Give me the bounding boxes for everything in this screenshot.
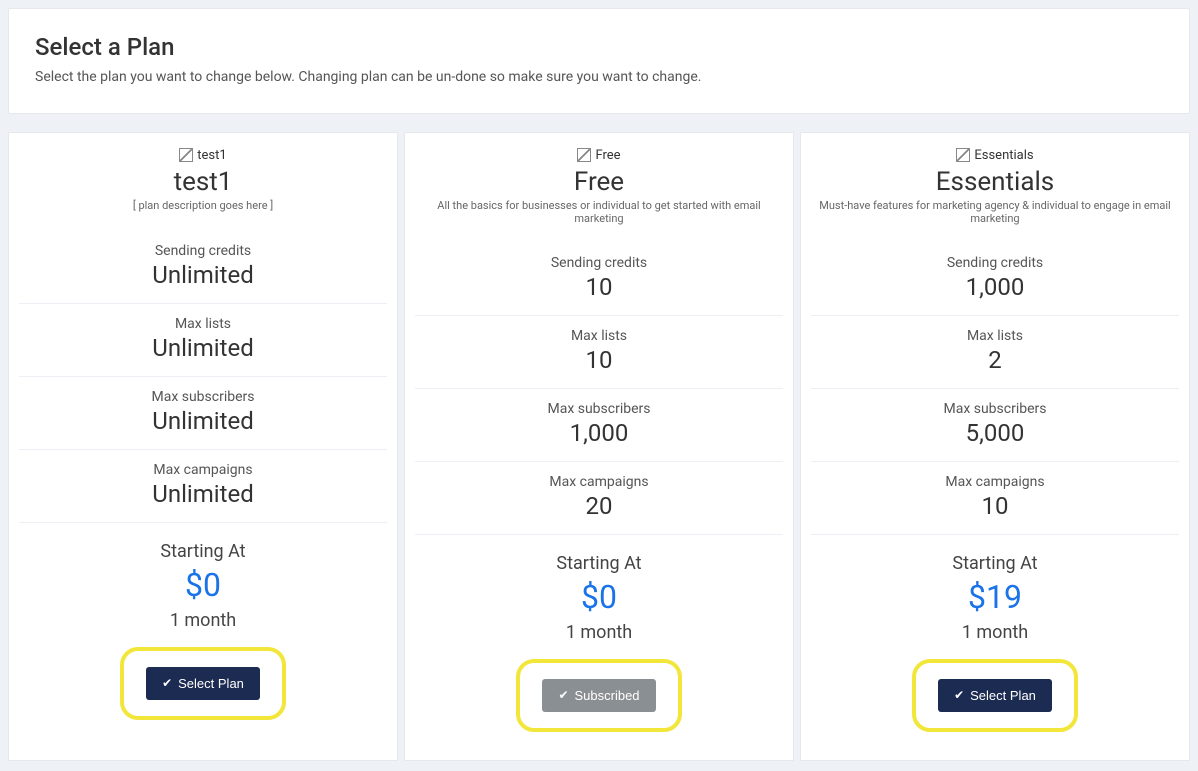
feat-value: 1,000 [415, 419, 783, 447]
feat-max-subscribers: Max subscribers 1,000 [415, 389, 783, 462]
feat-value: 1,000 [811, 273, 1179, 301]
feat-value: 5,000 [811, 419, 1179, 447]
starting-at-label: Starting At [19, 541, 387, 562]
feat-label: Max subscribers [415, 401, 783, 417]
feat-max-lists: Max lists 2 [811, 316, 1179, 389]
check-icon: ✔ [954, 688, 964, 702]
plan-image-broken: Free [577, 148, 620, 163]
plans-row: test1 test1 [ plan description goes here… [8, 132, 1190, 761]
feat-label: Sending credits [415, 255, 783, 271]
plan-description: [ plan description goes here ] [19, 199, 387, 213]
plan-term: 1 month [19, 610, 387, 631]
starting-at-label: Starting At [811, 553, 1179, 574]
feat-label: Max lists [415, 328, 783, 344]
feat-value: Unlimited [19, 407, 387, 435]
plan-image-alt: Free [595, 148, 620, 163]
feat-max-subscribers: Max subscribers Unlimited [19, 377, 387, 450]
plan-description: Must-have features for marketing agency … [811, 199, 1179, 225]
plan-term: 1 month [415, 622, 783, 643]
feat-sending-credits: Sending credits 1,000 [811, 243, 1179, 316]
feat-max-campaigns: Max campaigns Unlimited [19, 450, 387, 523]
check-icon: ✔ [558, 688, 568, 702]
feat-sending-credits: Sending credits Unlimited [19, 231, 387, 304]
plan-name: test1 [19, 167, 387, 197]
plan-card-essentials: Essentials Essentials Must-have features… [800, 132, 1190, 761]
feat-max-campaigns: Max campaigns 20 [415, 462, 783, 535]
feat-max-subscribers: Max subscribers 5,000 [811, 389, 1179, 462]
feat-label: Max lists [19, 316, 387, 332]
feat-value: 10 [811, 492, 1179, 520]
plan-price: $19 [811, 578, 1179, 616]
feat-label: Max subscribers [811, 401, 1179, 417]
plan-description: All the basics for businesses or individ… [415, 199, 783, 225]
select-plan-button[interactable]: ✔ Select Plan [938, 679, 1052, 712]
subscribed-button[interactable]: ✔ Subscribed [542, 679, 655, 712]
feat-value: 2 [811, 346, 1179, 374]
starting-at-label: Starting At [415, 553, 783, 574]
plan-pricing: Starting At $0 1 month ✔ Subscribed [415, 535, 783, 732]
button-highlight: ✔ Select Plan [120, 647, 286, 720]
broken-image-icon [956, 148, 970, 162]
plan-card-free: Free Free All the basics for businesses … [404, 132, 794, 761]
plan-image-broken: Essentials [956, 148, 1033, 163]
feat-max-campaigns: Max campaigns 10 [811, 462, 1179, 535]
button-label: Select Plan [178, 676, 244, 691]
header-card: Select a Plan Select the plan you want t… [8, 8, 1190, 114]
button-label: Select Plan [970, 688, 1036, 703]
plan-image-broken: test1 [179, 148, 226, 163]
select-plan-button[interactable]: ✔ Select Plan [146, 667, 260, 700]
plan-pricing: Starting At $0 1 month ✔ Select Plan [19, 523, 387, 720]
feat-value: Unlimited [19, 334, 387, 362]
plan-image-alt: Essentials [974, 148, 1033, 163]
plan-term: 1 month [811, 622, 1179, 643]
feat-max-lists: Max lists 10 [415, 316, 783, 389]
feat-value: Unlimited [19, 480, 387, 508]
plan-name: Free [415, 167, 783, 197]
page-subtitle: Select the plan you want to change below… [35, 69, 1163, 85]
feat-value: Unlimited [19, 261, 387, 289]
feat-sending-credits: Sending credits 10 [415, 243, 783, 316]
plan-image-alt: test1 [197, 148, 226, 163]
button-highlight: ✔ Subscribed [516, 659, 681, 732]
feat-label: Max lists [811, 328, 1179, 344]
page-title: Select a Plan [35, 33, 1163, 61]
plan-pricing: Starting At $19 1 month ✔ Select Plan [811, 535, 1179, 732]
feat-label: Max campaigns [811, 474, 1179, 490]
feat-max-lists: Max lists Unlimited [19, 304, 387, 377]
button-highlight: ✔ Select Plan [912, 659, 1078, 732]
feat-label: Sending credits [811, 255, 1179, 271]
plan-price: $0 [19, 566, 387, 604]
feat-value: 10 [415, 346, 783, 374]
plan-card-test1: test1 test1 [ plan description goes here… [8, 132, 398, 761]
button-label: Subscribed [575, 688, 640, 703]
check-icon: ✔ [162, 676, 172, 690]
feat-label: Max subscribers [19, 389, 387, 405]
feat-label: Max campaigns [19, 462, 387, 478]
feat-label: Sending credits [19, 243, 387, 259]
feat-label: Max campaigns [415, 474, 783, 490]
broken-image-icon [577, 148, 591, 162]
feat-value: 20 [415, 492, 783, 520]
plan-price: $0 [415, 578, 783, 616]
broken-image-icon [179, 148, 193, 162]
feat-value: 10 [415, 273, 783, 301]
plan-name: Essentials [811, 167, 1179, 197]
